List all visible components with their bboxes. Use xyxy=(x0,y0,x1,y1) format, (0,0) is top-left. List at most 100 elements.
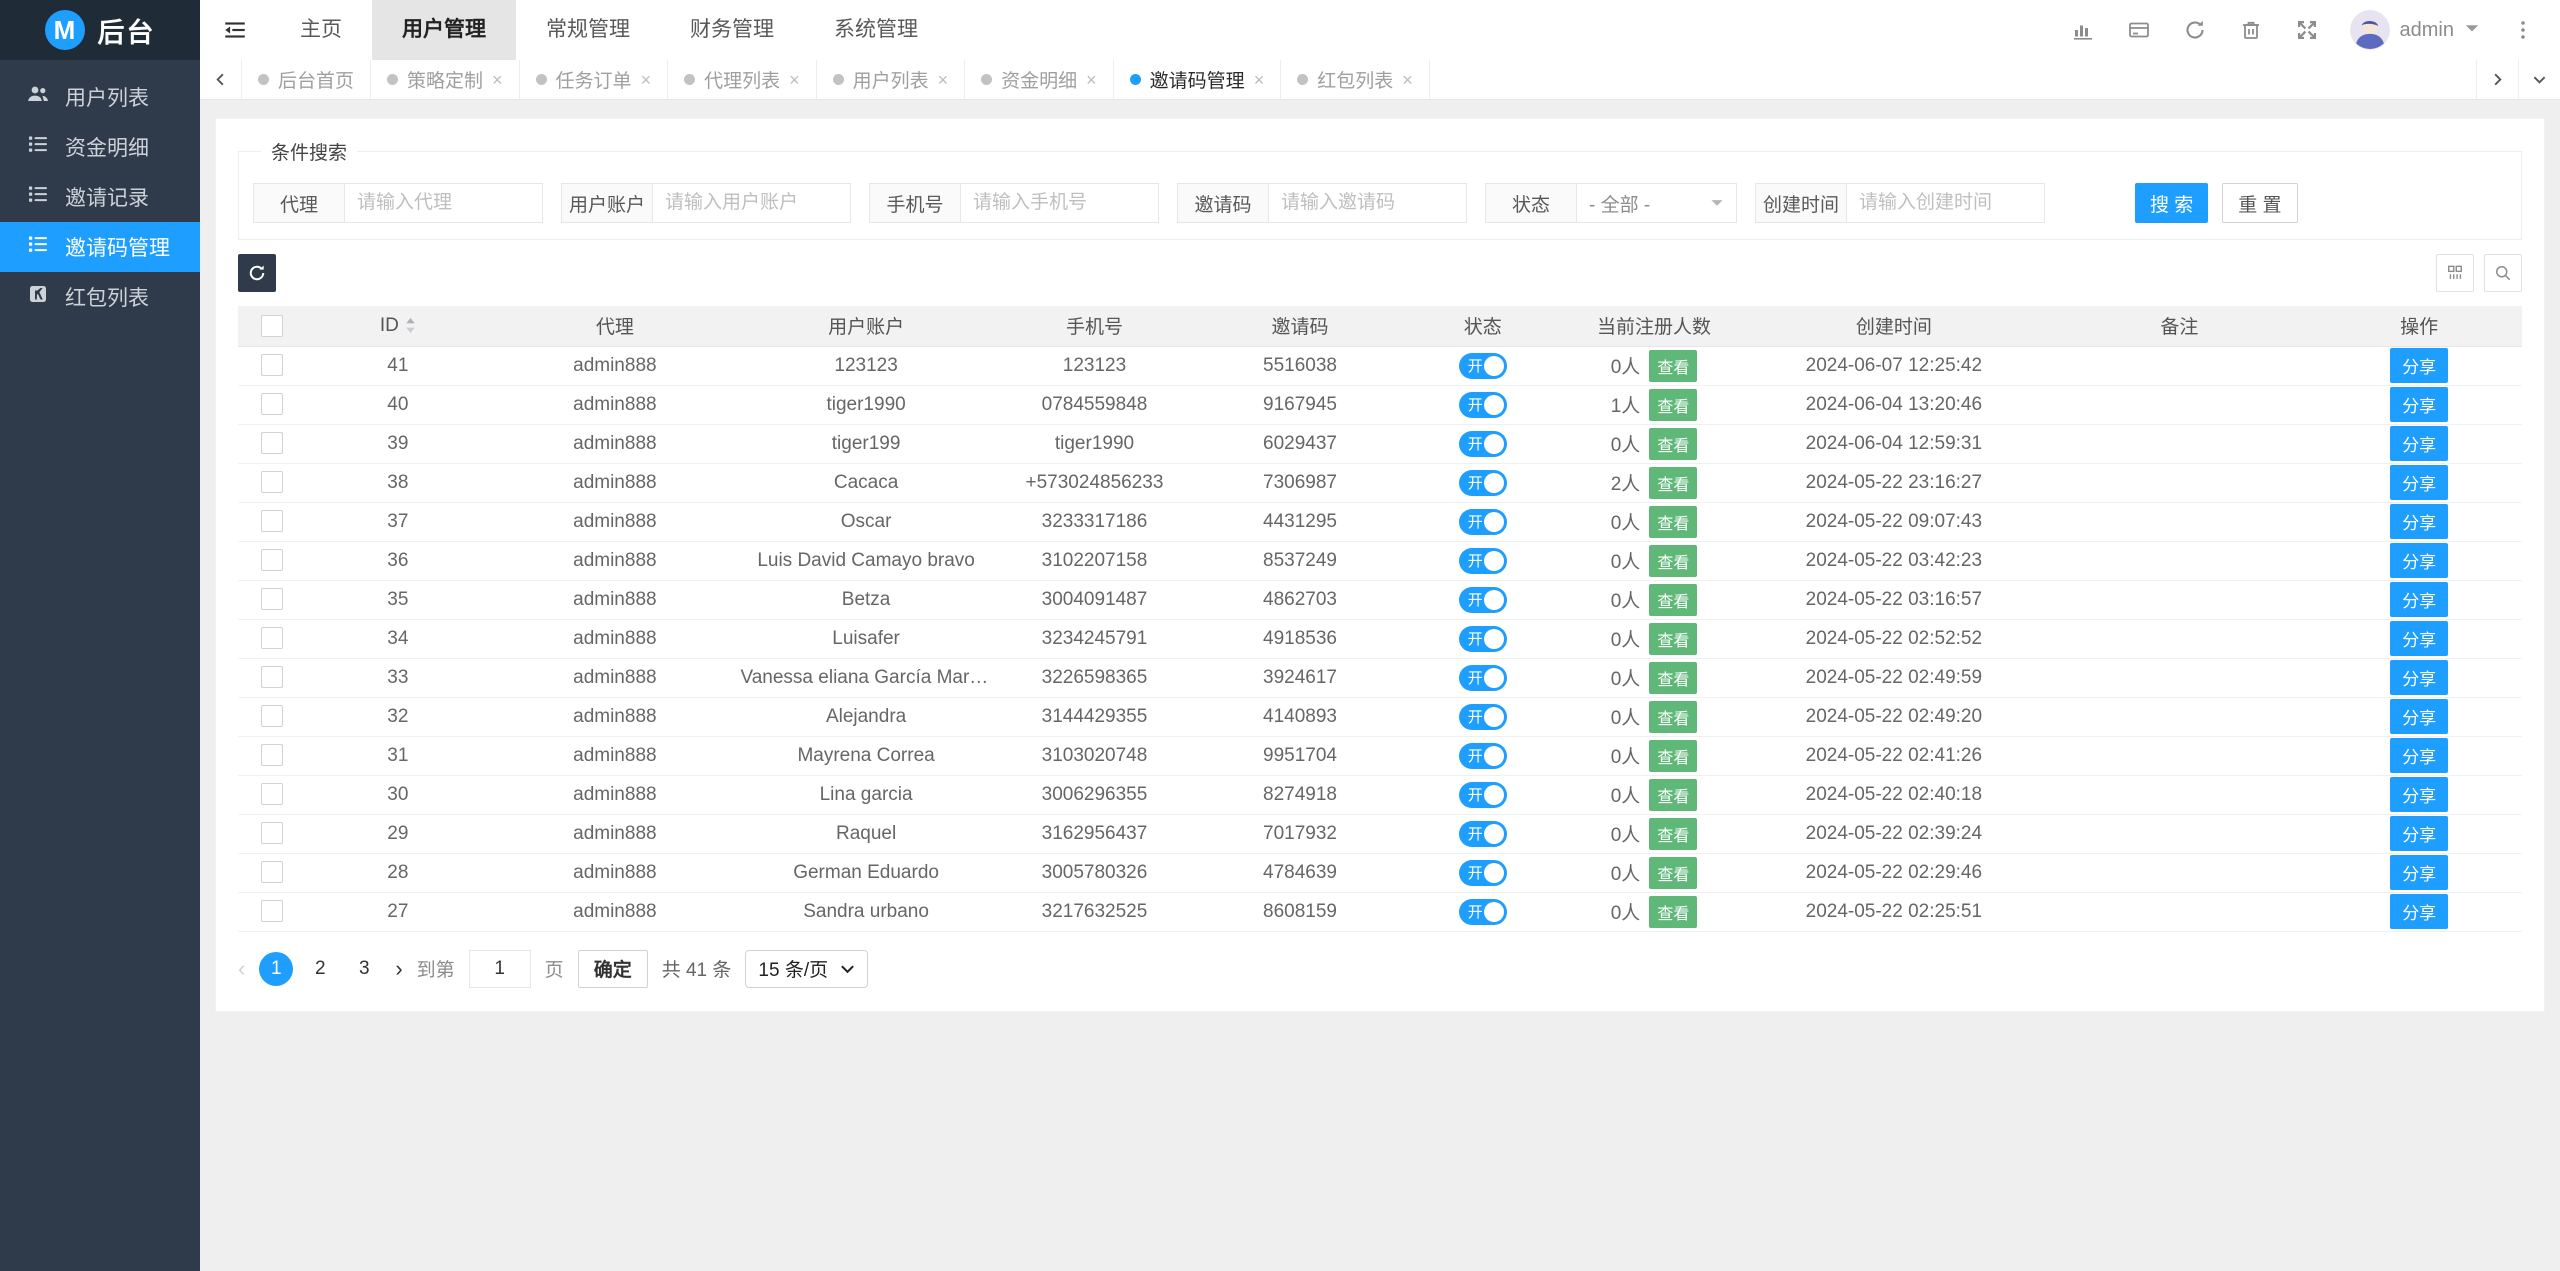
status-toggle[interactable]: 开 xyxy=(1459,743,1507,769)
tab[interactable]: 代理列表 xyxy=(668,60,817,99)
status-toggle[interactable]: 开 xyxy=(1459,626,1507,652)
field-input[interactable] xyxy=(961,183,1159,223)
view-button[interactable]: 查看 xyxy=(1649,662,1697,694)
status-toggle[interactable]: 开 xyxy=(1459,509,1507,535)
field-input[interactable] xyxy=(1269,183,1467,223)
sidebar-item[interactable]: 资金明细 xyxy=(0,122,200,172)
sidebar-item[interactable]: 邀请码管理 xyxy=(0,222,200,272)
tab-close-icon[interactable] xyxy=(1086,71,1097,89)
chart-icon[interactable] xyxy=(2070,17,2096,43)
next-page-icon[interactable]: › xyxy=(395,956,402,982)
status-toggle[interactable]: 开 xyxy=(1459,587,1507,613)
tab[interactable]: 任务订单 xyxy=(520,60,669,99)
row-checkbox[interactable] xyxy=(261,900,283,922)
status-toggle[interactable]: 开 xyxy=(1459,470,1507,496)
status-toggle[interactable]: 开 xyxy=(1459,782,1507,808)
tab[interactable]: 策略定制 xyxy=(371,60,520,99)
row-checkbox[interactable] xyxy=(261,549,283,571)
share-button[interactable]: 分享 xyxy=(2390,777,2448,812)
page-number[interactable]: 2 xyxy=(303,952,337,986)
status-toggle[interactable]: 开 xyxy=(1459,665,1507,691)
row-checkbox[interactable] xyxy=(261,666,283,688)
row-checkbox[interactable] xyxy=(261,627,283,649)
view-button[interactable]: 查看 xyxy=(1649,506,1697,538)
nav-item[interactable]: 常规管理 xyxy=(516,0,660,60)
share-button[interactable]: 分享 xyxy=(2390,504,2448,539)
share-button[interactable]: 分享 xyxy=(2390,699,2448,734)
share-button[interactable]: 分享 xyxy=(2390,855,2448,890)
sidebar-item[interactable]: 用户列表 xyxy=(0,72,200,122)
view-button[interactable]: 查看 xyxy=(1649,584,1697,616)
row-checkbox[interactable] xyxy=(261,705,283,727)
row-checkbox[interactable] xyxy=(261,588,283,610)
view-button[interactable]: 查看 xyxy=(1649,740,1697,772)
collapse-sidebar-icon[interactable] xyxy=(200,0,270,60)
status-toggle[interactable]: 开 xyxy=(1459,548,1507,574)
view-button[interactable]: 查看 xyxy=(1649,545,1697,577)
tab-close-icon[interactable] xyxy=(1254,71,1265,89)
status-toggle[interactable]: 开 xyxy=(1459,392,1507,418)
row-checkbox[interactable] xyxy=(261,861,283,883)
row-checkbox[interactable] xyxy=(261,432,283,454)
field-input[interactable] xyxy=(345,183,543,223)
view-button[interactable]: 查看 xyxy=(1649,389,1697,421)
reset-button[interactable]: 重 置 xyxy=(2222,183,2297,223)
share-button[interactable]: 分享 xyxy=(2390,894,2448,929)
share-button[interactable]: 分享 xyxy=(2390,465,2448,500)
id-sort-header[interactable]: ID xyxy=(380,315,416,337)
tab-close-icon[interactable] xyxy=(1402,71,1413,89)
view-button[interactable]: 查看 xyxy=(1649,350,1697,382)
share-button[interactable]: 分享 xyxy=(2390,426,2448,461)
tabs-scroll-right-icon[interactable] xyxy=(2476,60,2518,99)
share-button[interactable]: 分享 xyxy=(2390,621,2448,656)
view-button[interactable]: 查看 xyxy=(1649,857,1697,889)
tab[interactable]: 后台首页 xyxy=(242,60,371,99)
table-refresh-button[interactable] xyxy=(238,254,276,292)
user-menu[interactable]: admin xyxy=(2350,10,2480,50)
refresh-icon[interactable] xyxy=(2182,17,2208,43)
row-checkbox[interactable] xyxy=(261,822,283,844)
view-button[interactable]: 查看 xyxy=(1649,467,1697,499)
status-toggle[interactable]: 开 xyxy=(1459,704,1507,730)
status-toggle[interactable]: 开 xyxy=(1459,353,1507,379)
row-checkbox[interactable] xyxy=(261,471,283,493)
status-toggle[interactable]: 开 xyxy=(1459,821,1507,847)
tab[interactable]: 资金明细 xyxy=(965,60,1114,99)
share-button[interactable]: 分享 xyxy=(2390,582,2448,617)
card-icon[interactable] xyxy=(2126,17,2152,43)
nav-item[interactable]: 财务管理 xyxy=(660,0,804,60)
view-button[interactable]: 查看 xyxy=(1649,779,1697,811)
tab-close-icon[interactable] xyxy=(789,71,800,89)
trash-icon[interactable] xyxy=(2238,17,2264,43)
goto-page-input[interactable] xyxy=(469,950,531,988)
share-button[interactable]: 分享 xyxy=(2390,816,2448,851)
row-checkbox[interactable] xyxy=(261,510,283,532)
share-button[interactable]: 分享 xyxy=(2390,387,2448,422)
view-button[interactable]: 查看 xyxy=(1649,701,1697,733)
time-input[interactable] xyxy=(1847,183,2045,223)
per-page-select[interactable]: 15 条/页 xyxy=(745,950,868,988)
share-button[interactable]: 分享 xyxy=(2390,660,2448,695)
select-all-checkbox[interactable] xyxy=(261,315,283,337)
row-checkbox[interactable] xyxy=(261,393,283,415)
page-number[interactable]: 1 xyxy=(259,952,293,986)
more-dots-icon[interactable] xyxy=(2510,17,2536,43)
row-checkbox[interactable] xyxy=(261,354,283,376)
view-button[interactable]: 查看 xyxy=(1649,623,1697,655)
tabs-scroll-left-icon[interactable] xyxy=(200,60,242,99)
status-toggle[interactable]: 开 xyxy=(1459,431,1507,457)
row-checkbox[interactable] xyxy=(261,744,283,766)
tab[interactable]: 用户列表 xyxy=(817,60,966,99)
tab[interactable]: 邀请码管理 xyxy=(1114,60,1282,99)
view-button[interactable]: 查看 xyxy=(1649,896,1697,928)
prev-page-icon[interactable]: ‹ xyxy=(238,956,245,982)
columns-filter-icon[interactable] xyxy=(2436,254,2474,292)
nav-item[interactable]: 系统管理 xyxy=(804,0,948,60)
search-button[interactable]: 搜 索 xyxy=(2135,183,2208,223)
view-button[interactable]: 查看 xyxy=(1649,818,1697,850)
sidebar-item[interactable]: 邀请记录 xyxy=(0,172,200,222)
confirm-page-button[interactable]: 确定 xyxy=(578,950,648,988)
field-input[interactable] xyxy=(653,183,851,223)
search-toggle-icon[interactable] xyxy=(2484,254,2522,292)
tabs-menu-icon[interactable] xyxy=(2518,60,2560,99)
